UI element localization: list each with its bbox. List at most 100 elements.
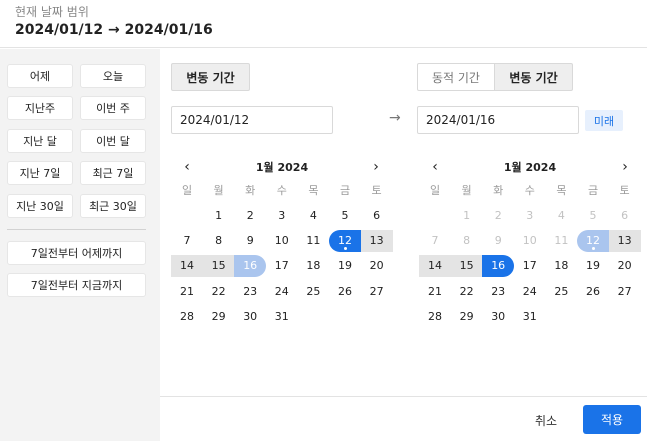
- calendar-day[interactable]: 15: [450, 254, 483, 277]
- calendar-day[interactable]: 2: [482, 204, 514, 226]
- calendar-day[interactable]: 16: [234, 254, 267, 277]
- quick-last-month-button[interactable]: 지난 달: [7, 129, 73, 153]
- date-range-header: 현재 날짜 범위 2024/01/12 → 2024/01/16: [0, 0, 647, 48]
- calendar-day[interactable]: 30: [234, 306, 266, 328]
- calendar-day[interactable]: 3: [514, 204, 546, 226]
- calendar-day[interactable]: 27: [361, 280, 393, 302]
- end-dynamic-period-tab[interactable]: 동적 기간: [417, 63, 495, 91]
- apply-button[interactable]: 적용: [583, 405, 641, 434]
- calendar-day[interactable]: 7: [171, 230, 203, 252]
- calendar-day[interactable]: 11: [297, 230, 329, 252]
- quick-today-button[interactable]: 오늘: [80, 64, 146, 88]
- weekday-label: 화: [493, 184, 504, 197]
- calendar-day[interactable]: 4: [297, 204, 329, 226]
- quick-recent-30-days-button[interactable]: 최근 30일: [80, 194, 146, 218]
- calendar-day[interactable]: 8: [451, 230, 483, 252]
- calendar-day[interactable]: 10: [514, 230, 546, 252]
- calendar-day[interactable]: 12: [577, 229, 609, 252]
- calendar-day[interactable]: 18: [545, 255, 577, 277]
- calendar-day[interactable]: 10: [266, 230, 298, 252]
- current-range-label: 현재 날짜 범위: [15, 5, 89, 19]
- weekday-label: 토: [619, 184, 630, 197]
- quick-yesterday-button[interactable]: 어제: [7, 64, 73, 88]
- calendar-day[interactable]: 30: [482, 306, 514, 328]
- weekday-label: 월: [213, 184, 224, 197]
- calendar-day[interactable]: 22: [451, 280, 483, 302]
- start-month-label: 1월 2024: [255, 161, 309, 174]
- calendar-day[interactable]: 28: [419, 306, 451, 328]
- calendar-day[interactable]: 19: [329, 255, 361, 277]
- start-variable-period-tab[interactable]: 변동 기간: [171, 63, 250, 91]
- calendar-day[interactable]: 11: [545, 230, 577, 252]
- end-prev-month-icon[interactable]: ‹: [428, 160, 442, 174]
- quick-last-week-button[interactable]: 지난주: [7, 96, 73, 120]
- calendar-day[interactable]: 16: [482, 254, 515, 277]
- calendar-day[interactable]: 2: [234, 204, 266, 226]
- calendar-day[interactable]: 19: [577, 255, 609, 277]
- calendar-day[interactable]: 8: [203, 230, 235, 252]
- calendar-day[interactable]: 3: [266, 204, 298, 226]
- weekday-label: 일: [429, 184, 441, 197]
- quick-last-7-days-button[interactable]: 지난 7일: [7, 161, 73, 185]
- calendar-day[interactable]: 20: [361, 255, 393, 277]
- quick-recent-7-days-button[interactable]: 최근 7일: [80, 161, 146, 185]
- quick-last-30-days-button[interactable]: 지난 30일: [7, 194, 73, 218]
- calendar-day[interactable]: 5: [577, 204, 609, 226]
- calendar-day[interactable]: 4: [545, 204, 577, 226]
- calendar-day[interactable]: 25: [297, 280, 329, 302]
- weekday-label: 토: [371, 184, 382, 197]
- end-variable-period-tab[interactable]: 변동 기간: [494, 63, 573, 91]
- sidebar-divider: [7, 229, 146, 230]
- calendar-day[interactable]: 1: [451, 204, 483, 226]
- calendar-day[interactable]: 31: [514, 306, 546, 328]
- start-prev-month-icon[interactable]: ‹: [180, 160, 194, 174]
- calendar-day[interactable]: 23: [234, 280, 266, 302]
- range-arrow-icon: →: [389, 110, 401, 126]
- start-date-input[interactable]: 2024/01/12: [171, 106, 333, 134]
- calendar-day[interactable]: 29: [203, 306, 235, 328]
- calendar-day[interactable]: 5: [329, 204, 361, 226]
- quick-7-days-to-yesterday-button[interactable]: 7일전부터 어제까지: [7, 241, 146, 265]
- calendar-day[interactable]: 26: [577, 280, 609, 302]
- weekday-label: 목: [308, 184, 319, 197]
- quick-this-week-button[interactable]: 이번 주: [80, 96, 146, 120]
- calendar-day[interactable]: 21: [419, 280, 451, 302]
- calendar-day[interactable]: 28: [171, 306, 203, 328]
- calendar-day[interactable]: 17: [266, 255, 298, 277]
- calendar-day[interactable]: 26: [329, 280, 361, 302]
- calendar-day[interactable]: 14: [171, 254, 203, 277]
- calendar-day[interactable]: 1: [203, 204, 235, 226]
- calendar-day[interactable]: 15: [202, 254, 235, 277]
- calendar-day[interactable]: 21: [171, 280, 203, 302]
- quick-this-month-button[interactable]: 이번 달: [80, 129, 146, 153]
- calendar-day[interactable]: 23: [482, 280, 514, 302]
- calendar-day[interactable]: 27: [609, 280, 641, 302]
- cancel-button[interactable]: 취소: [522, 407, 570, 433]
- calendar-day[interactable]: 12: [329, 229, 361, 252]
- calendar-day[interactable]: 31: [266, 306, 298, 328]
- future-badge[interactable]: 미래: [585, 110, 623, 131]
- calendar-day[interactable]: 22: [203, 280, 235, 302]
- quick-select-sidebar: 어제 오늘 지난주 이번 주 지난 달 이번 달 지난 7일 최근 7일 지난 …: [0, 49, 160, 441]
- quick-7-days-to-now-button[interactable]: 7일전부터 지금까지: [7, 273, 146, 297]
- weekday-label: 금: [587, 184, 599, 197]
- calendar-day[interactable]: 24: [266, 280, 298, 302]
- calendar-day[interactable]: 13: [360, 229, 393, 252]
- start-next-month-icon[interactable]: ›: [369, 160, 383, 174]
- calendar-day[interactable]: 24: [514, 280, 546, 302]
- end-month-label: 1월 2024: [503, 161, 557, 174]
- calendar-day[interactable]: 13: [608, 229, 641, 252]
- calendar-day[interactable]: 17: [514, 255, 546, 277]
- end-next-month-icon[interactable]: ›: [618, 160, 632, 174]
- calendar-day[interactable]: 29: [451, 306, 483, 328]
- calendar-day[interactable]: 7: [419, 230, 451, 252]
- calendar-day[interactable]: 25: [545, 280, 577, 302]
- calendar-day[interactable]: 9: [234, 230, 266, 252]
- calendar-day[interactable]: 6: [609, 204, 641, 226]
- calendar-day[interactable]: 9: [482, 230, 514, 252]
- end-date-input[interactable]: 2024/01/16: [417, 106, 579, 134]
- calendar-day[interactable]: 6: [361, 204, 393, 226]
- calendar-day[interactable]: 20: [609, 255, 641, 277]
- calendar-day[interactable]: 18: [297, 255, 329, 277]
- calendar-day[interactable]: 14: [419, 254, 451, 277]
